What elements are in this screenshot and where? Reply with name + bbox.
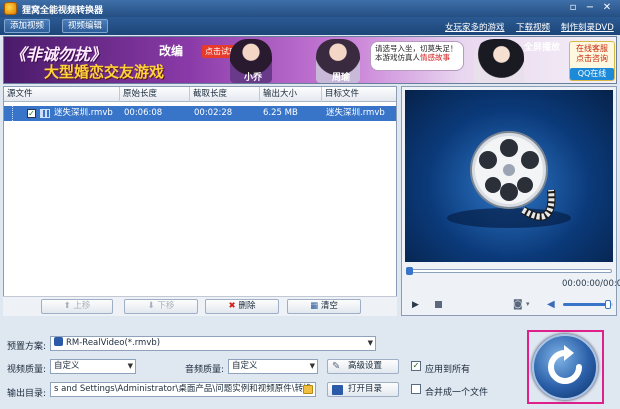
ad-banner[interactable]: 《非诚勿扰》 改编 点击试玩 大型婚恋交友游戏 小乔 周瑜 请选号入坐，切莫失足…	[3, 36, 617, 84]
table-row[interactable]: ✓ 迷失深圳.rmvb 00:06:08 00:02:28 6.25 MB 迷失…	[4, 106, 396, 121]
add-video-button[interactable]: 添加视频	[4, 19, 51, 33]
qq-online-button[interactable]: QQ在线	[570, 68, 614, 80]
advanced-settings-label: 高级设置	[348, 361, 383, 371]
advanced-settings-button[interactable]: ✎ 高级设置	[327, 359, 399, 374]
merge-label: 合并成一个文件	[425, 388, 489, 398]
delete-button[interactable]: ✖ 删除	[205, 299, 279, 314]
wrench-icon: ✎	[332, 361, 341, 372]
camera-icon[interactable]: ◙	[513, 299, 523, 310]
link-download-video[interactable]: 下载视频	[516, 21, 550, 33]
chevron-down-icon: ▼	[367, 339, 373, 347]
delete-icon: ✖	[228, 301, 239, 311]
preset-value: RM-RealVideo(*.rmvb)	[66, 338, 161, 348]
cell-source: 迷失深圳.rmvb	[54, 108, 113, 118]
bubble-highlight: 情感故事	[420, 53, 450, 62]
preset-select[interactable]: RM-RealVideo(*.rmvb) ▼	[50, 336, 376, 351]
video-quality-label: 视频质量:	[7, 365, 47, 375]
link-burn-dvd[interactable]: 制作刻录DVD	[561, 21, 614, 33]
stop-icon[interactable]	[435, 301, 442, 308]
edit-video-button[interactable]: 视频编辑	[62, 19, 109, 33]
play-icon[interactable]: ▶	[412, 300, 419, 310]
video-file-icon	[40, 109, 50, 118]
seek-bar[interactable]	[406, 267, 612, 275]
video-quality-value: 自定义	[54, 361, 80, 371]
app-title: 狸窝全能视频转换器	[22, 6, 104, 16]
merge-checkbox[interactable]	[411, 384, 421, 394]
move-up-button[interactable]: ⬆ 上移	[41, 299, 113, 314]
minimize-icon[interactable]: ▫	[566, 2, 580, 14]
delete-label: 删除	[238, 301, 256, 311]
volume-icon[interactable]: ◀	[547, 299, 555, 310]
ad-subtitle: 大型婚恋交友游戏	[44, 63, 165, 81]
service-line-1: 在线客服	[576, 44, 608, 53]
link-female-games[interactable]: 女玩家多的游戏	[445, 21, 505, 33]
refresh-icon	[548, 345, 582, 384]
arrow-up-icon: ⬆	[63, 301, 74, 311]
row-checkbox[interactable]: ✓	[27, 109, 36, 118]
service-line-2: 点击咨询	[576, 54, 608, 63]
ad-speech-bubble: 请选号入坐，切莫失足！本游戏仿真人情感故事	[370, 41, 464, 71]
open-folder-icon	[332, 385, 343, 395]
tree-line	[12, 106, 13, 121]
cell-clip-length: 00:02:28	[194, 108, 233, 118]
output-dir-label: 输出目录:	[7, 389, 47, 399]
cell-output-size: 6.25 MB	[263, 108, 298, 118]
move-down-button[interactable]: ⬇ 下移	[124, 299, 198, 314]
toolbar: 添加视频 视频编辑 女玩家多的游戏 下载视频 制作刻录DVD	[0, 17, 620, 35]
file-list-header: 源文件 原始长度 截取长度 输出大小 目标文件	[4, 87, 396, 102]
move-up-label: 上移	[73, 301, 91, 311]
character-name-2: 周瑜	[332, 73, 351, 83]
character-name-1: 小乔	[244, 73, 263, 83]
open-dir-label: 打开目录	[348, 384, 383, 394]
preview-panel: 00:00:00/00:00:00 ▶ ◙ ▾ ◀	[401, 86, 620, 316]
audio-quality-value: 自定义	[232, 361, 258, 371]
folder-icon	[303, 385, 313, 394]
film-reel-icon	[447, 131, 571, 228]
clear-icon: ▦	[310, 301, 321, 311]
output-dir-field[interactable]: s and Settings\Administrator\桌面产品\问题实例和视…	[50, 382, 316, 397]
convert-button[interactable]	[532, 334, 598, 400]
chevron-down-icon[interactable]: ▾	[526, 300, 530, 308]
chevron-down-icon: ▼	[309, 362, 315, 370]
app-logo-icon	[4, 2, 17, 15]
apply-all-label: 应用到所有	[425, 365, 471, 375]
title-bar: 狸窝全能视频转换器 ▫ − ✕	[0, 0, 620, 17]
character-image-3	[474, 39, 524, 83]
volume-handle[interactable]	[605, 300, 611, 309]
column-original-length[interactable]: 原始长度	[120, 87, 190, 102]
move-down-label: 下移	[157, 301, 175, 311]
playback-time: 00:00:00/00:00:00	[562, 279, 620, 289]
ad-tag: 改编	[159, 44, 184, 58]
close-icon[interactable]: ✕	[600, 2, 614, 14]
clear-label: 清空	[320, 301, 338, 311]
chevron-down-icon: ▼	[127, 362, 133, 370]
file-list-panel: 源文件 原始长度 截取长度 输出大小 目标文件 ✓ 迷失深圳.rmvb 00:0…	[3, 86, 397, 316]
column-source[interactable]: 源文件	[4, 87, 120, 102]
rm-format-icon	[54, 337, 63, 346]
cell-target: 迷失深圳.rmvb	[326, 108, 385, 118]
file-list-toolbar: ⬆ 上移 ⬇ 下移 ✖ 删除 ▦ 清空	[3, 296, 397, 316]
ad-fullscreen-text: 全屏播放	[524, 43, 561, 53]
clear-button[interactable]: ▦ 清空	[287, 299, 361, 314]
player-controls: ▶ ◙ ▾ ◀	[405, 297, 613, 313]
video-quality-select[interactable]: 自定义 ▼	[50, 359, 136, 374]
audio-quality-label: 音频质量:	[185, 365, 225, 375]
column-clip-length[interactable]: 截取长度	[190, 87, 260, 102]
seek-handle[interactable]	[406, 267, 413, 275]
audio-quality-select[interactable]: 自定义 ▼	[228, 359, 318, 374]
cell-original-length: 00:06:08	[124, 108, 163, 118]
apply-all-checkbox[interactable]: ✓	[411, 361, 421, 371]
video-screen[interactable]	[405, 90, 613, 262]
output-dir-value: s and Settings\Administrator\桌面产品\问题实例和视…	[54, 384, 312, 394]
arrow-down-icon: ⬇	[147, 301, 158, 311]
maximize-icon[interactable]: −	[583, 2, 597, 14]
open-dir-button[interactable]: 打开目录	[327, 382, 399, 397]
column-output-size[interactable]: 输出大小	[260, 87, 322, 102]
preset-label: 预置方案:	[7, 342, 47, 352]
column-target[interactable]: 目标文件	[322, 87, 396, 102]
